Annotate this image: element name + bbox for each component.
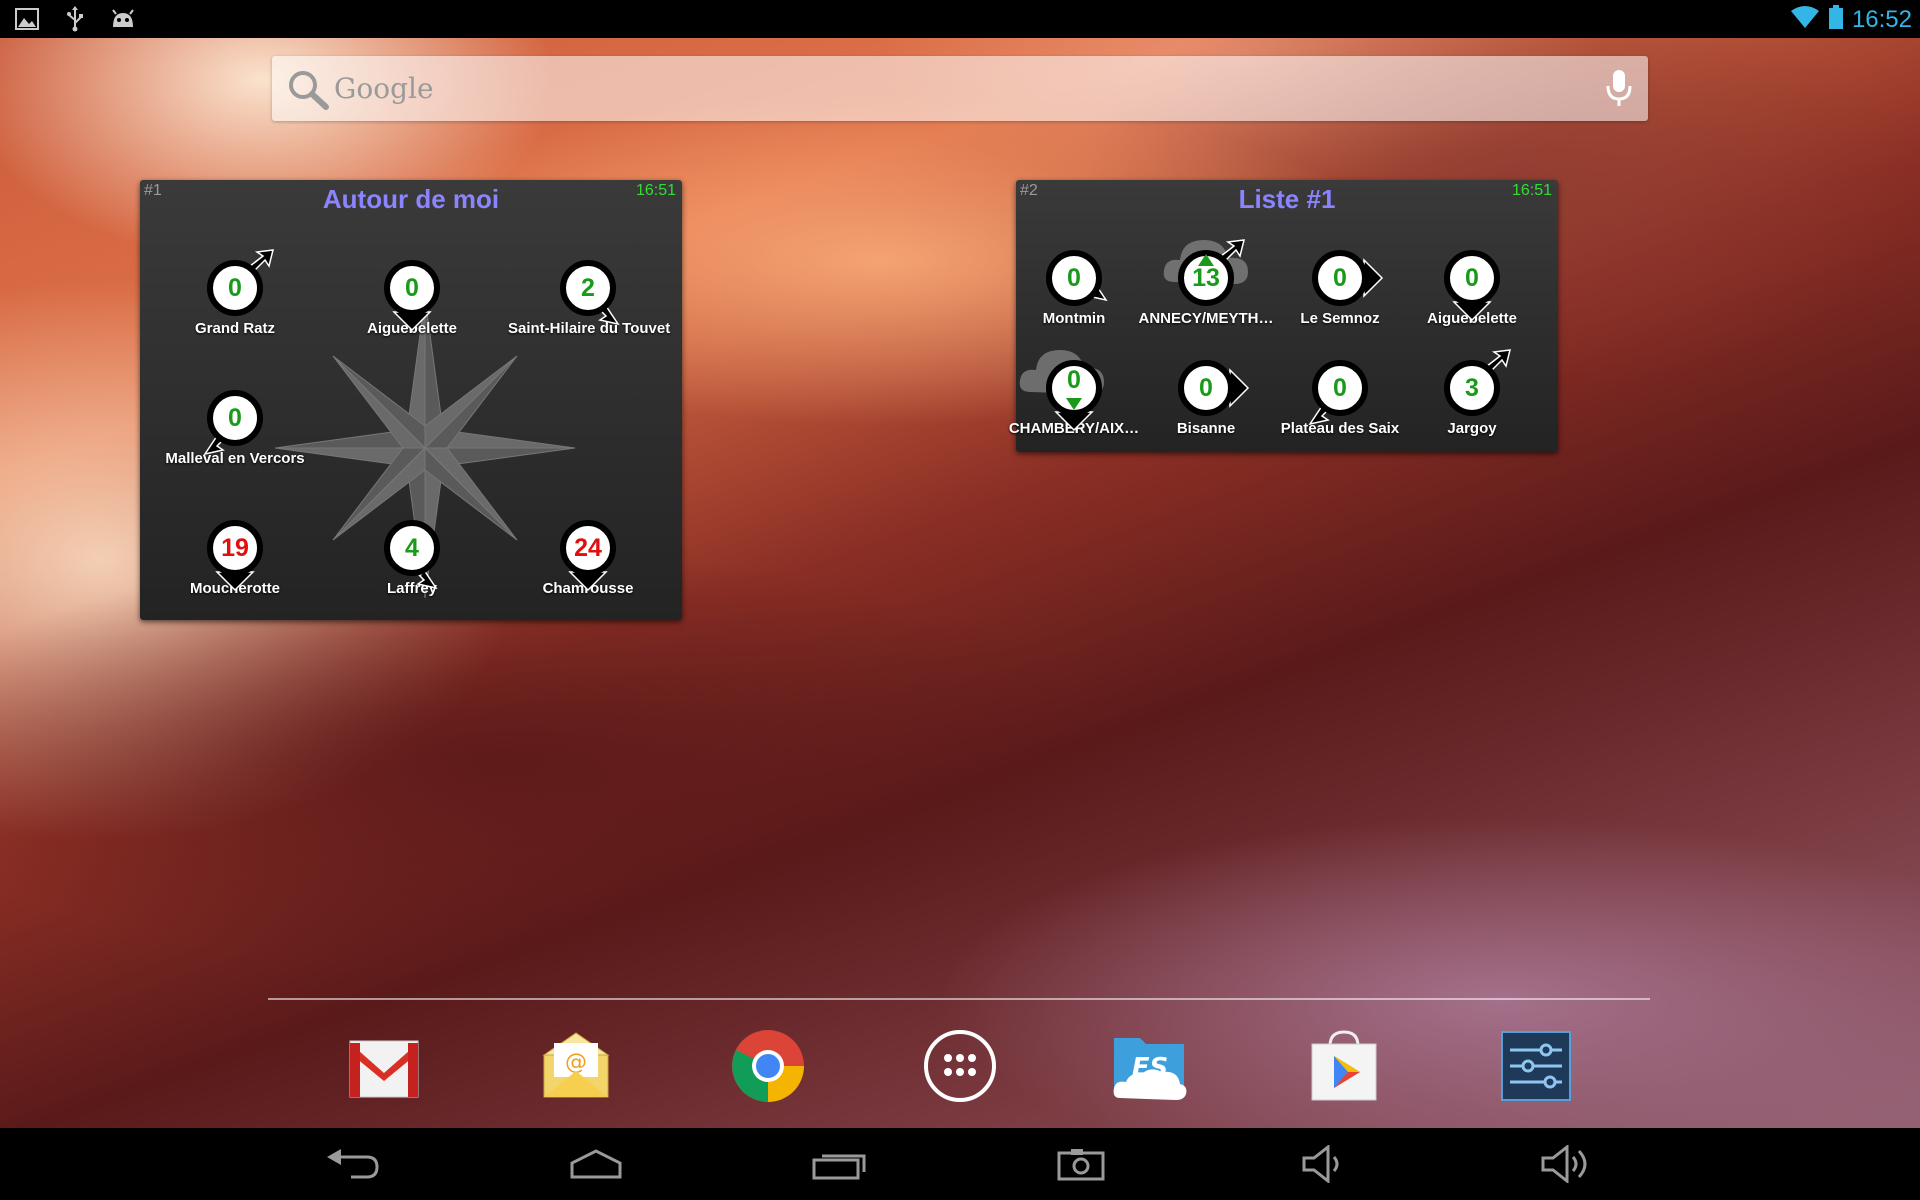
home-icon[interactable] [556,1138,636,1190]
station-value: 0 [1333,264,1347,292]
station-jargoy[interactable]: 3 Jargoy [1402,349,1542,437]
station-name: Jargoy [1447,420,1497,437]
station-grand-ratz[interactable]: 0 Grand Ratz [155,249,315,337]
station-malleval-en-vercors[interactable]: 0 Malleval en Vercors [155,390,315,467]
station-bubble: 0 [1312,250,1384,306]
station-annecy-meythet[interactable]: 13 ANNECY/MEYTH… [1136,239,1276,327]
station-value: 19 [221,534,249,562]
station-moucherotte[interactable]: 19 Moucherotte [155,520,315,597]
station-value: 0 [405,274,419,302]
widget-title: Autour de moi [322,184,500,214]
station-value: 2 [581,274,595,302]
station-name: Bisanne [1176,420,1236,437]
station-bisanne[interactable]: 0 Bisanne [1136,360,1276,437]
station-bubble: 0 [384,260,440,332]
status-bar: 16:52 [0,0,1920,38]
dock-divider [268,998,1650,1000]
station-value: 24 [574,534,602,562]
station-chamrousse[interactable]: 24 Chamrousse [508,520,668,597]
station-bubble: 0 [1308,360,1368,426]
station-aiguebelette[interactable]: 0 Aiguebelette [1402,250,1542,327]
chrome-icon[interactable] [728,1026,808,1106]
es-file-explorer-icon[interactable]: ES [1110,1026,1190,1106]
station-bubble: 2 [560,260,620,326]
weather-widget-list-1[interactable]: #2 Liste #1 16:51 0 Montmin 13 ANNECY/ME… [1009,180,1558,452]
widget-title: Liste #1 [1238,184,1336,214]
gallery-icon [14,6,40,32]
station-bubble: 0 [1019,350,1104,432]
station-bubble: 0 [203,390,263,456]
station-le-semnoz[interactable]: 0 Le Semnoz [1270,250,1410,327]
station-value: 0 [1333,374,1347,402]
trend-down-icon [1066,398,1082,410]
station-bubble: 4 [384,520,440,590]
station-bubble: 0 [207,249,274,316]
station-laffrey[interactable]: 4 Laffrey [332,520,492,597]
battery-icon [1828,4,1844,35]
station-bubble: 0 [1178,360,1250,416]
widget-update-time: 16:51 [1511,182,1552,199]
google-search-bar[interactable]: Google [272,56,1648,121]
station-plateau-des-saix[interactable]: 0 Plateau des Saix [1270,360,1410,437]
screenshot-icon[interactable] [1041,1138,1121,1190]
station-value: 0 [228,404,242,432]
station-bubble: 19 [207,520,263,592]
mic-icon[interactable] [1604,68,1634,113]
settings-icon[interactable] [1496,1026,1576,1106]
station-aiguebelette[interactable]: 0 Aiguebelette [332,260,492,337]
station-name: Grand Ratz [194,320,275,337]
station-value: 0 [1465,264,1479,292]
volume-down-icon[interactable] [1284,1138,1364,1190]
gmail-icon[interactable] [344,1026,424,1106]
station-name: Le Semnoz [1300,310,1380,327]
navigation-bar [0,1128,1920,1200]
volume-up-icon[interactable] [1526,1138,1606,1190]
station-bubble: 3 [1444,349,1511,416]
station-bubble: 24 [560,520,616,592]
station-montmin[interactable]: 0 Montmin [1004,250,1144,327]
search-icon[interactable] [286,68,330,115]
station-name: Montmin [1042,310,1106,327]
trend-up-icon [1198,254,1214,266]
status-clock: 16:52 [1851,5,1912,33]
station-chambery-aix[interactable]: 0 CHAMBERY/AIX… [1004,350,1144,437]
search-placeholder[interactable]: Google [334,72,434,105]
email-icon[interactable]: @ [536,1026,616,1106]
app-drawer-icon[interactable] [920,1026,1000,1106]
station-value: 0 [1199,374,1213,402]
recent-apps-icon[interactable] [800,1138,880,1190]
widget-update-time: 16:51 [635,182,676,199]
station-value: 3 [1465,374,1479,402]
play-store-icon[interactable] [1304,1026,1384,1106]
usb-icon [62,6,88,32]
android-debug-icon [110,6,136,32]
station-bubble: 0 [1444,250,1500,322]
wifi-icon [1790,5,1820,34]
svg-text:ES: ES [1132,1053,1169,1083]
station-name: ANNECY/MEYTH… [1138,310,1274,327]
station-value: 0 [228,274,242,302]
station-saint-hilaire-du-touvet[interactable]: 2 Saint-Hilaire du Touvet [508,260,670,337]
station-bubble: 13 [1163,239,1248,306]
back-icon[interactable] [312,1138,392,1190]
weather-widget-around-me[interactable]: #1 Autour de moi 16:51 0 Grand Ratz 0 Ai… [140,180,682,620]
station-bubble: 0 [1046,250,1108,306]
station-value: 4 [405,534,419,562]
station-value: 0 [1067,264,1081,292]
